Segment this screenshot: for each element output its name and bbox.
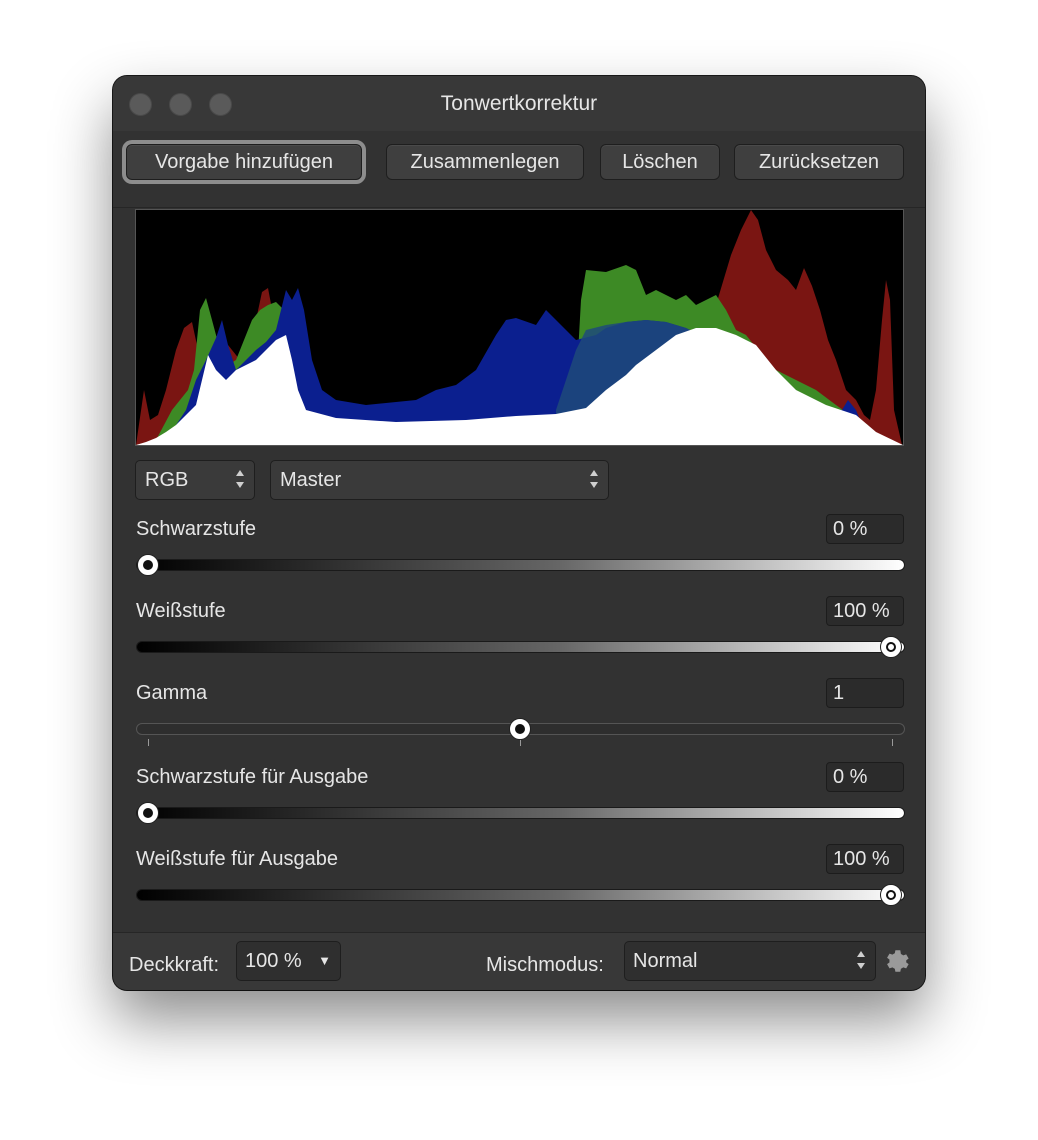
- histogram: [135, 209, 904, 446]
- gamma-field[interactable]: 1: [826, 678, 904, 708]
- levels-dialog: Tonwertkorrektur Vorgabe hinzufügen Zusa…: [113, 76, 925, 990]
- channel-select-value: RGB: [145, 469, 189, 491]
- title-bar: Tonwertkorrektur: [113, 76, 925, 132]
- reset-button[interactable]: Zurücksetzen: [734, 144, 904, 180]
- output-white-level-slider[interactable]: [136, 889, 905, 901]
- dropdown-triangle-icon[interactable]: ▼: [318, 942, 331, 980]
- gamma-tick: [520, 739, 521, 746]
- blend-mode-value: Normal: [633, 950, 698, 972]
- white-level-knob[interactable]: [880, 636, 902, 658]
- white-level-label: Weißstufe: [136, 600, 226, 622]
- gamma-label: Gamma: [136, 682, 208, 704]
- merge-button[interactable]: Zusammenlegen: [386, 144, 584, 180]
- black-level-slider[interactable]: [136, 559, 905, 571]
- white-level-field[interactable]: 100 %: [826, 596, 904, 626]
- output-white-level-knob[interactable]: [880, 884, 902, 906]
- output-white-level-field[interactable]: 100 %: [826, 844, 904, 874]
- mode-select[interactable]: Master: [270, 460, 609, 500]
- channel-select[interactable]: RGB: [135, 460, 255, 500]
- gear-icon[interactable]: [883, 947, 911, 975]
- preset-toolbar: Vorgabe hinzufügen Zusammenlegen Löschen…: [113, 131, 925, 208]
- delete-button[interactable]: Löschen: [600, 144, 720, 180]
- updown-arrows-icon: [589, 469, 599, 491]
- updown-arrows-icon: [235, 469, 245, 491]
- footer-bar: Deckkraft: 100 % ▼ Mischmodus: Normal: [113, 932, 925, 990]
- black-level-knob[interactable]: [137, 554, 159, 576]
- gamma-tick: [892, 739, 893, 746]
- mode-select-value: Master: [280, 469, 342, 491]
- gamma-knob[interactable]: [509, 718, 531, 740]
- blend-mode-label: Mischmodus:: [486, 954, 604, 976]
- output-black-level-slider[interactable]: [136, 807, 905, 819]
- histogram-graph: [136, 210, 903, 445]
- black-level-field[interactable]: 0 %: [826, 514, 904, 544]
- window-title: Tonwertkorrektur: [440, 92, 598, 115]
- black-level-label: Schwarzstufe: [136, 518, 257, 540]
- gamma-tick: [148, 739, 149, 746]
- updown-arrows-icon: [856, 950, 866, 972]
- output-black-level-knob[interactable]: [137, 802, 159, 824]
- output-black-level-field[interactable]: 0 %: [826, 762, 904, 792]
- opacity-field[interactable]: 100 % ▼: [236, 941, 341, 981]
- output-white-level-label: Weißstufe für Ausgabe: [136, 848, 338, 870]
- add-preset-button[interactable]: Vorgabe hinzufügen: [122, 140, 366, 184]
- blend-mode-select[interactable]: Normal: [624, 941, 876, 981]
- output-black-level-label: Schwarzstufe für Ausgabe: [136, 766, 369, 788]
- opacity-label: Deckkraft:: [129, 954, 220, 976]
- opacity-value: 100 %: [245, 950, 302, 972]
- white-level-slider[interactable]: [136, 641, 905, 653]
